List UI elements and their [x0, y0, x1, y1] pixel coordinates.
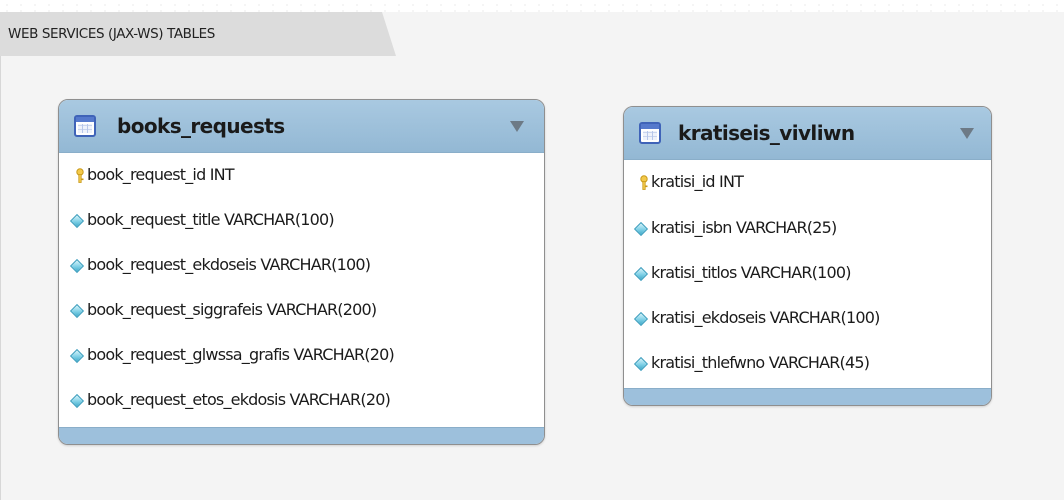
- column-label: kratisi_ekdoseis VARCHAR(100): [651, 308, 880, 327]
- column-row[interactable]: kratisi_titlos VARCHAR(100): [629, 258, 989, 288]
- column-label: kratisi_isbn VARCHAR(25): [651, 218, 837, 237]
- table-title: kratiseis_vivliwn: [678, 121, 855, 145]
- column-label: book_request_siggrafeis VARCHAR(200): [87, 300, 377, 319]
- column-label: book_request_title VARCHAR(100): [87, 210, 335, 229]
- collapse-arrow-icon[interactable]: [510, 121, 524, 132]
- column-row[interactable]: kratisi_id INT: [629, 167, 989, 197]
- column-row[interactable]: book_request_siggrafeis VARCHAR(200): [65, 295, 535, 325]
- column-label: book_request_ekdoseis VARCHAR(100): [87, 255, 371, 274]
- table-kratiseis-vivliwn[interactable]: kratiseis_vivliwn kratisi_id INT kratisi…: [623, 106, 992, 406]
- column-row[interactable]: book_request_title VARCHAR(100): [65, 205, 535, 235]
- column-label: kratisi_titlos VARCHAR(100): [651, 263, 851, 282]
- column-label: book_request_etos_ekdosis VARCHAR(20): [87, 390, 391, 409]
- collapse-arrow-icon[interactable]: [960, 128, 974, 139]
- primary-key-icon: [76, 168, 84, 183]
- column-row[interactable]: kratisi_thlefwno VARCHAR(45): [629, 348, 989, 378]
- column-diamond-icon: [69, 213, 85, 229]
- column-row[interactable]: book_request_etos_ekdosis VARCHAR(20): [65, 385, 535, 415]
- column-diamond-icon: [69, 393, 85, 409]
- column-diamond-icon: [69, 348, 85, 364]
- table-icon: [74, 115, 96, 137]
- column-diamond-icon: [633, 221, 649, 237]
- table-icon: [639, 122, 661, 144]
- column-row[interactable]: kratisi_isbn VARCHAR(25): [629, 213, 989, 243]
- column-row[interactable]: book_request_ekdoseis VARCHAR(100): [65, 250, 535, 280]
- column-diamond-icon: [633, 356, 649, 372]
- table-footer: [624, 388, 991, 405]
- column-row[interactable]: book_request_glwssa_grafis VARCHAR(20): [65, 340, 535, 370]
- column-diamond-icon: [69, 258, 85, 274]
- column-diamond-icon: [633, 266, 649, 282]
- table-footer: [59, 427, 544, 444]
- column-label: book_request_glwssa_grafis VARCHAR(20): [87, 345, 395, 364]
- column-label: book_request_id INT: [87, 165, 235, 184]
- primary-key-icon: [640, 175, 648, 190]
- table-header[interactable]: kratiseis_vivliwn: [624, 107, 991, 160]
- column-row[interactable]: kratisi_ekdoseis VARCHAR(100): [629, 303, 989, 333]
- table-books-requests[interactable]: books_requests book_request_id INT book_…: [58, 99, 545, 445]
- table-title: books_requests: [117, 114, 285, 138]
- canvas-grid-strip: [0, 0, 1064, 12]
- column-diamond-icon: [633, 311, 649, 327]
- column-diamond-icon: [69, 303, 85, 319]
- column-label: kratisi_thlefwno VARCHAR(45): [651, 353, 870, 372]
- layer-title: WEB SERVICES (JAX-WS) TABLES: [8, 26, 215, 42]
- column-row[interactable]: book_request_id INT: [65, 160, 535, 190]
- table-header[interactable]: books_requests: [59, 100, 544, 153]
- column-label: kratisi_id INT: [651, 172, 744, 191]
